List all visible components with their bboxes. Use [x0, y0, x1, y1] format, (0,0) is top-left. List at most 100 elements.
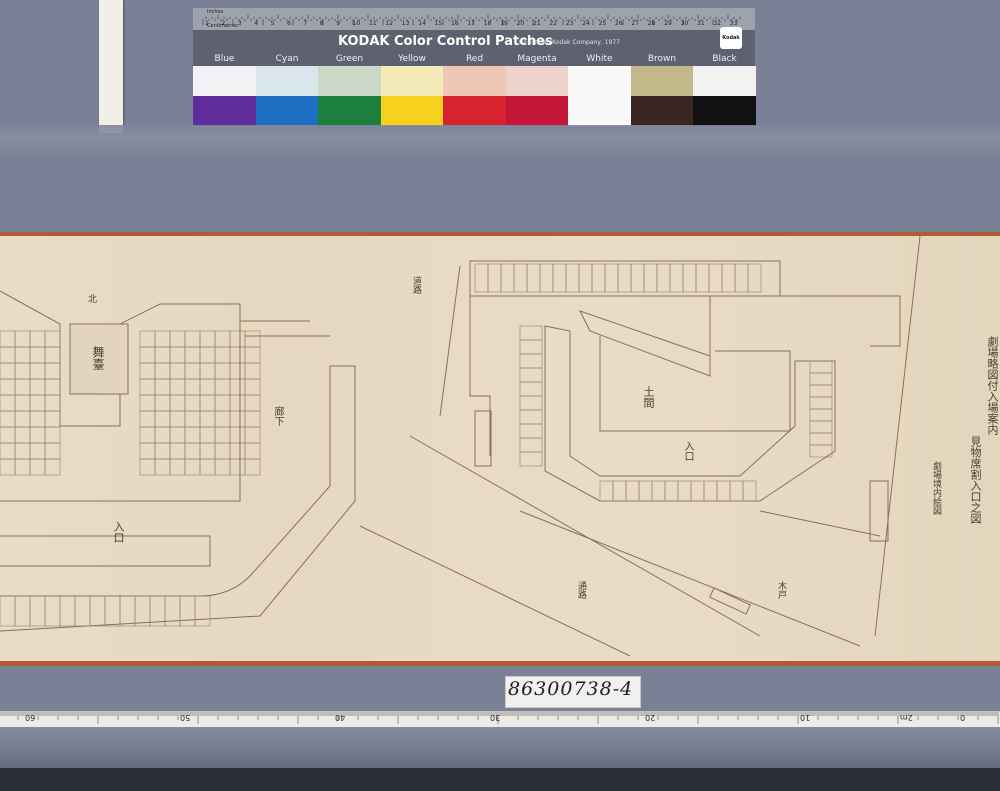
bottom-mid-label: 通路 — [576, 581, 586, 599]
patch-top — [193, 66, 256, 96]
seat-box — [229, 410, 246, 428]
seat-box — [809, 396, 833, 410]
patch-top — [630, 66, 694, 96]
cm-tick-label: 11 — [369, 20, 377, 27]
seat-box — [199, 346, 216, 364]
seat-box — [244, 410, 261, 428]
cm-tick-label: 26 — [615, 20, 623, 27]
cm-tick-label: 6 — [287, 20, 291, 27]
seat-box — [695, 263, 710, 293]
seat-box — [199, 458, 216, 476]
seat-box — [59, 595, 76, 627]
seat-box — [682, 263, 697, 293]
cm-tick-label: 31 — [697, 20, 705, 27]
seat-box — [708, 263, 723, 293]
seat-box — [29, 378, 46, 396]
cm-tick-label: 8 — [319, 20, 324, 27]
patch-bottom — [380, 96, 444, 126]
seat-box — [519, 353, 543, 369]
cm-tick-label: 4 — [254, 20, 259, 27]
seat-box — [0, 346, 16, 364]
seat-box — [154, 330, 171, 348]
patch-top — [568, 66, 631, 126]
seat-box — [44, 378, 61, 396]
seat-box — [29, 410, 46, 428]
seat-box — [199, 426, 216, 444]
seat-box — [0, 378, 16, 396]
seat-box — [44, 346, 61, 364]
tape-label: 2m — [900, 713, 913, 722]
patch-bottom — [505, 96, 569, 126]
seat-box — [229, 330, 246, 348]
tape-label: 30 — [490, 713, 501, 722]
seat-box — [199, 394, 216, 412]
seat-box — [519, 437, 543, 453]
right-gate-block — [869, 480, 889, 542]
patch-label: Green — [335, 54, 364, 64]
cm-tick-label: 7 — [303, 20, 308, 27]
tape-label: 10 — [800, 713, 811, 722]
seat-box — [599, 480, 614, 502]
seat-box — [154, 410, 171, 428]
patch-top — [318, 66, 381, 96]
patch-label: Black — [712, 54, 737, 64]
right-top-row — [469, 260, 781, 297]
patch-top — [693, 66, 756, 96]
card-copyright: ©Eastman Kodak Company, 1977 — [518, 39, 620, 46]
seat-box — [487, 263, 502, 293]
seat-box — [734, 263, 749, 293]
seat-box — [199, 378, 216, 396]
seat-box — [0, 410, 16, 428]
patch-bottom — [193, 96, 256, 126]
seat-box — [169, 410, 186, 428]
kodak-color-card: Inches Centimetres 1 2 3 4 5 6 7 8 9 10 11 12 13 14 15… — [193, 8, 756, 126]
card-ruler: Inches Centimetres 1 2 3 4 5 6 7 8 9 10 11 12 13 14 15… — [193, 8, 755, 30]
seat-box — [214, 426, 231, 444]
cm-tick-label: 12 — [385, 20, 394, 27]
seat-box — [194, 595, 211, 627]
seat-box — [716, 480, 731, 502]
seat-box — [199, 330, 216, 348]
seat-box — [184, 330, 201, 348]
cm-tick-label: 25 — [598, 20, 607, 27]
seat-box — [14, 362, 31, 380]
left-seat-grid — [0, 330, 261, 627]
seat-box — [154, 442, 171, 460]
cm-tick-label: 23 — [565, 20, 574, 27]
cm-tick-label: 9 — [336, 20, 341, 27]
patch-label: Cyan — [275, 54, 299, 64]
patch-label: Yellow — [398, 54, 426, 64]
seat-box — [14, 595, 31, 627]
right-column — [700, 295, 711, 376]
seat-box — [44, 394, 61, 412]
seat-box — [809, 420, 833, 434]
cm-tick-label: 1 — [205, 20, 209, 27]
tape-label: 60 — [25, 713, 36, 722]
right-seat-rows — [474, 263, 833, 502]
left-road-line — [439, 265, 461, 417]
seat-box — [139, 378, 156, 396]
left-lower-band — [0, 535, 211, 567]
cm-tick-label: 2 — [221, 20, 226, 27]
seat-box — [651, 480, 666, 502]
stage-label: 舞臺 — [91, 346, 105, 370]
seat-box — [519, 409, 543, 425]
seat-box — [519, 451, 543, 467]
seat-box — [244, 346, 261, 364]
seat-box — [0, 458, 16, 476]
entrance-right-label: 入口 — [682, 441, 693, 461]
seat-box — [74, 595, 91, 627]
seat-box — [625, 480, 640, 502]
seat-box — [214, 394, 231, 412]
bench-block — [709, 587, 751, 615]
patch-label: Red — [465, 54, 484, 64]
seat-box — [14, 394, 31, 412]
seat-box — [244, 378, 261, 396]
diagonal-path-2 — [359, 525, 631, 657]
seat-box — [29, 595, 46, 627]
seat-box — [199, 362, 216, 380]
tape-label: 0 — [960, 713, 966, 722]
seat-box — [184, 346, 201, 364]
right-left-wall — [469, 296, 491, 456]
seat-box — [44, 458, 61, 476]
